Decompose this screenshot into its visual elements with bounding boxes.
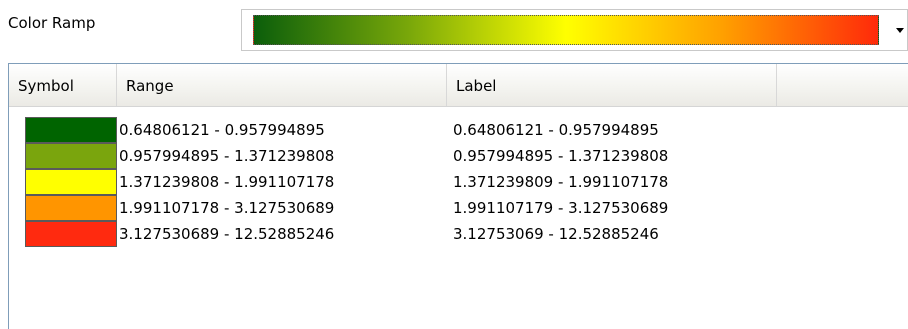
table-row[interactable]: 3.127530689 - 12.52885246 3.12753069 - 1… (9, 220, 908, 247)
symbol-swatch[interactable] (25, 195, 117, 221)
table-row[interactable]: 0.64806121 - 0.957994895 0.64806121 - 0.… (9, 116, 908, 143)
column-header-symbol[interactable]: Symbol (9, 64, 117, 106)
range-cell[interactable]: 1.371239808 - 1.991107178 (119, 173, 334, 191)
table-row[interactable]: 0.957994895 - 1.371239808 0.957994895 - … (9, 142, 908, 169)
color-ramp-label: Color Ramp (8, 14, 96, 32)
symbol-swatch[interactable] (25, 143, 117, 169)
color-ramp-dropdown[interactable] (241, 9, 908, 51)
table-row[interactable]: 1.991107178 - 3.127530689 1.991107179 - … (9, 194, 908, 221)
range-cell[interactable]: 3.127530689 - 12.52885246 (119, 225, 334, 243)
label-cell[interactable]: 0.957994895 - 1.371239808 (453, 147, 668, 165)
range-cell[interactable]: 0.64806121 - 0.957994895 (119, 121, 325, 139)
table-row[interactable]: 1.371239808 - 1.991107178 1.371239809 - … (9, 168, 908, 195)
symbol-swatch[interactable] (25, 221, 117, 247)
range-cell[interactable]: 1.991107178 - 3.127530689 (119, 199, 334, 217)
range-cell[interactable]: 0.957994895 - 1.371239808 (119, 147, 334, 165)
column-header-label[interactable]: Label (447, 64, 777, 106)
classification-table: Symbol Range Label 0.64806121 - 0.957994… (8, 63, 908, 329)
label-cell[interactable]: 0.64806121 - 0.957994895 (453, 121, 659, 139)
label-cell[interactable]: 1.991107179 - 3.127530689 (453, 199, 668, 217)
color-ramp-preview (253, 15, 879, 45)
label-cell[interactable]: 3.12753069 - 12.52885246 (453, 225, 659, 243)
symbol-swatch[interactable] (25, 117, 117, 143)
column-header-range[interactable]: Range (117, 64, 447, 106)
label-cell[interactable]: 1.371239809 - 1.991107178 (453, 173, 668, 191)
symbol-swatch[interactable] (25, 169, 117, 195)
column-header-empty (777, 64, 908, 106)
table-header: Symbol Range Label (9, 64, 908, 107)
chevron-down-icon[interactable] (896, 28, 904, 33)
